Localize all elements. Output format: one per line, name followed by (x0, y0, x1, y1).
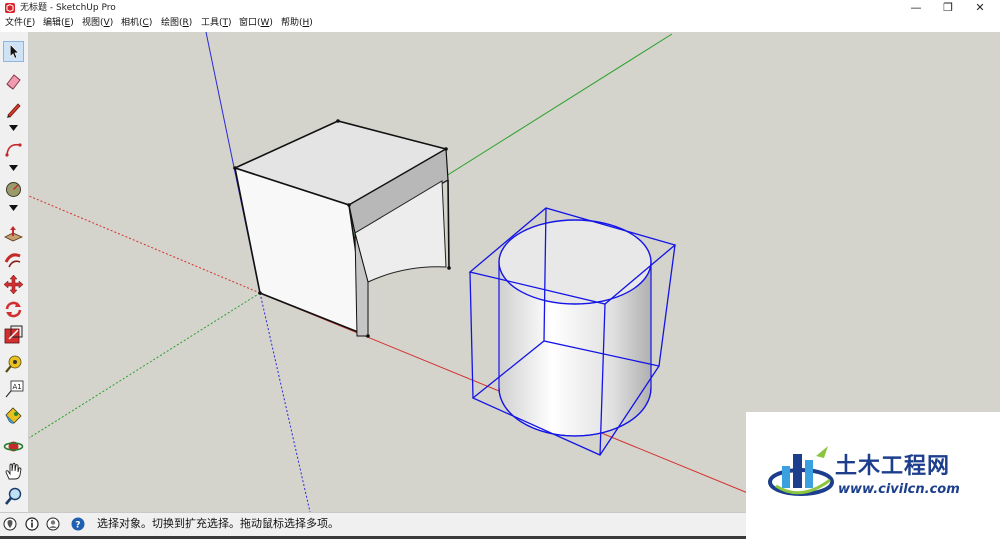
rotate-icon (5, 301, 22, 318)
arc-tool-button[interactable] (3, 139, 24, 160)
push-pull-icon (4, 226, 23, 242)
svg-text:?: ? (75, 521, 80, 531)
minimize-button[interactable]: — (900, 0, 932, 16)
follow-me-icon (4, 253, 21, 268)
watermark-url: www.civilcn.com (838, 482, 960, 497)
follow-me-tool-button[interactable] (3, 250, 24, 271)
cut-box-model[interactable] (232, 119, 451, 338)
large-tool-set-toolbar: A1 (0, 32, 29, 512)
menu-draw[interactable]: 绘图(R) (161, 17, 192, 30)
tape-measure-tool-button[interactable] (3, 354, 24, 375)
eraser-icon (6, 74, 21, 90)
pan-tool-button[interactable] (3, 461, 24, 482)
red-axis-dotted (29, 195, 261, 294)
watermark-overlay: 土木工程网 www.civilcn.com (746, 412, 1000, 539)
eraser-tool-button[interactable] (3, 71, 24, 92)
select-tool-button[interactable] (3, 41, 24, 62)
pencil-icon (7, 103, 21, 118)
green-axis-dotted (29, 292, 261, 439)
scale-icon (4, 325, 23, 344)
chevron-down-icon[interactable] (9, 205, 18, 212)
move-tool-button[interactable] (3, 274, 24, 295)
menu-tools[interactable]: 工具(T) (201, 17, 232, 30)
scale-tool-button[interactable] (3, 324, 24, 345)
status-hint-text: 选择对象。切换到扩充选择。拖动鼠标选择多项。 (97, 517, 339, 530)
watermark-brand: 土木工程网 (835, 454, 951, 479)
arrow-cursor-icon (10, 44, 20, 59)
user-account-icon[interactable] (46, 517, 60, 531)
paint-bucket-tool-button[interactable] (3, 405, 24, 426)
orbit-tool-button[interactable] (3, 436, 24, 457)
sketchup-logo-icon (5, 3, 15, 13)
hand-icon (5, 462, 22, 480)
menu-view[interactable]: 视图(V) (82, 17, 113, 30)
window-title: 无标题 - SketchUp Pro (20, 3, 116, 13)
credits-info-icon[interactable] (25, 517, 39, 531)
menu-camera[interactable]: 相机(C) (121, 17, 152, 30)
maximize-button[interactable]: ❐ (932, 0, 964, 16)
pencil-line-tool-button[interactable] (3, 99, 24, 120)
menu-file[interactable]: 文件(F) (5, 17, 35, 30)
magnifier-icon (5, 487, 22, 505)
help-question-icon[interactable]: ? (71, 517, 85, 531)
selected-cylinder-model[interactable] (468, 207, 677, 456)
chevron-down-icon[interactable] (9, 165, 18, 172)
orbit-icon (3, 441, 24, 452)
blue-axis-dotted (259, 292, 311, 512)
move-arrows-icon (3, 274, 24, 295)
tape-measure-icon (5, 355, 22, 373)
zoom-tool-button[interactable] (3, 486, 24, 507)
paint-bucket-icon (5, 407, 22, 424)
menu-bar: 文件(F) 编辑(E) 视图(V) 相机(C) 绘图(R) 工具(T) 窗口(W… (0, 16, 1000, 32)
text-tool-button[interactable]: A1 (3, 379, 24, 400)
menu-window[interactable]: 窗口(W) (239, 17, 273, 30)
close-button[interactable]: ✕ (964, 0, 996, 16)
arc-icon (5, 143, 22, 157)
text-label-icon: A1 (5, 380, 24, 398)
title-bar: 无标题 - SketchUp Pro — ❐ ✕ (0, 0, 1000, 16)
push-pull-tool-button[interactable] (3, 225, 24, 246)
civilcn-logo-icon (768, 446, 834, 496)
circle-shape-icon (6, 182, 21, 197)
rotate-tool-button[interactable] (3, 299, 24, 320)
geo-location-icon[interactable] (3, 517, 17, 531)
shape-tool-button[interactable] (3, 179, 24, 200)
menu-help[interactable]: 帮助(H) (281, 17, 313, 30)
menu-edit[interactable]: 编辑(E) (43, 17, 74, 30)
svg-text:A1: A1 (13, 383, 22, 391)
chevron-down-icon[interactable] (9, 125, 18, 132)
